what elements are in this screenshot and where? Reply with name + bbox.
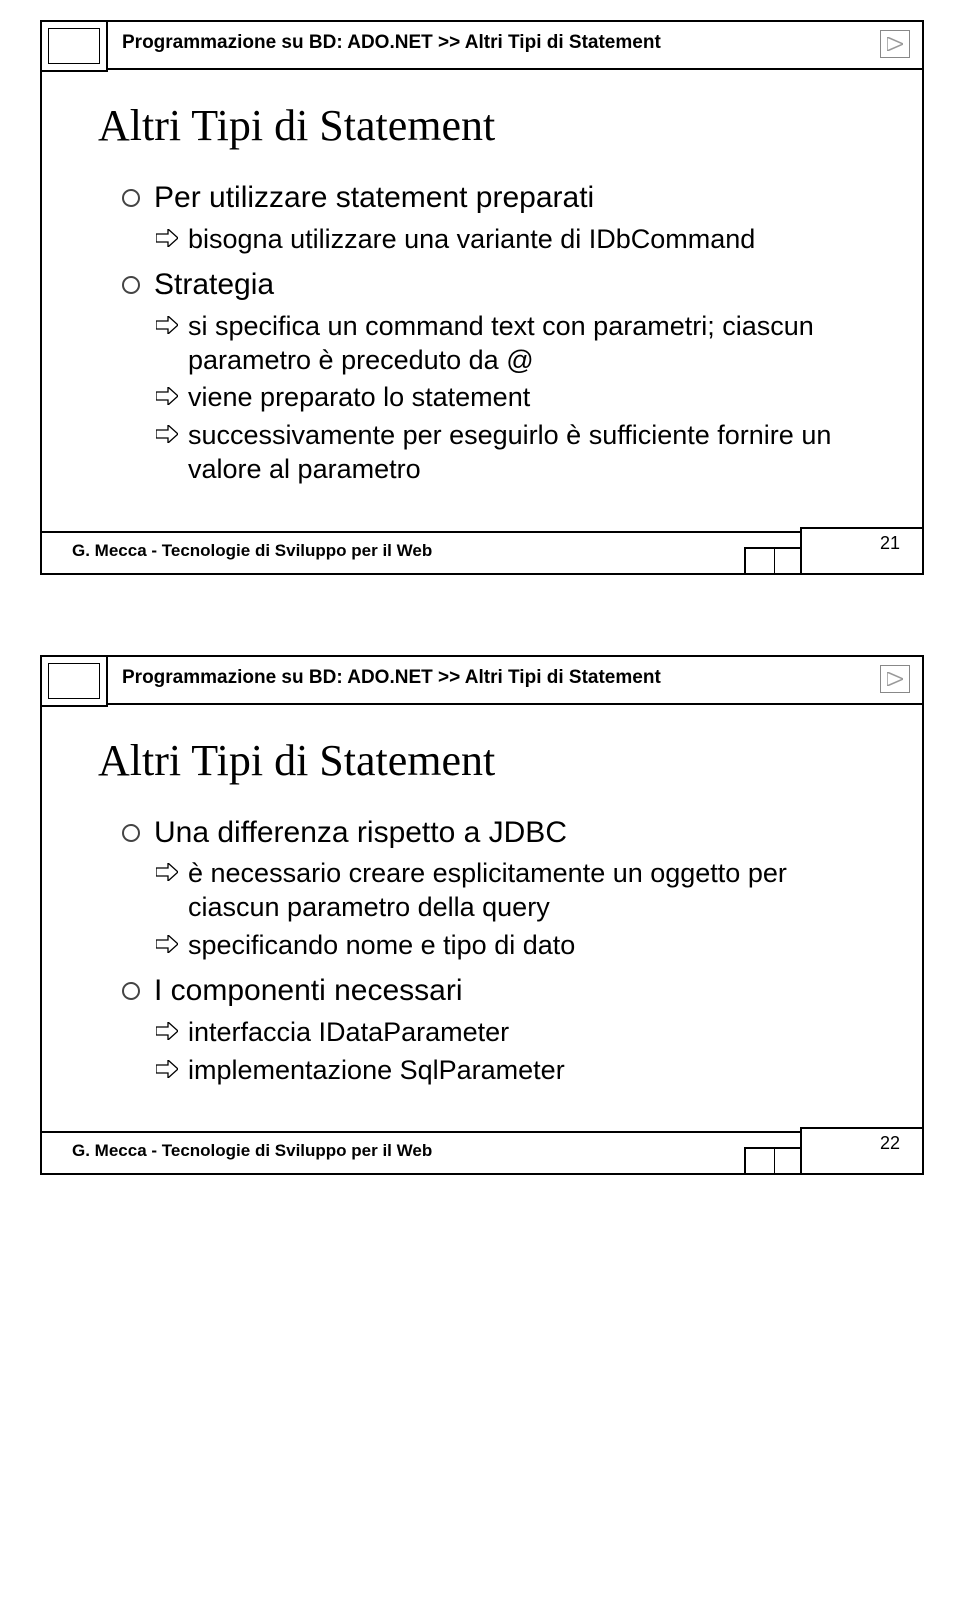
breadcrumb: Programmazione su BD: ADO.NET >> Altri T… (122, 32, 661, 54)
footer-pagebox: 22 (800, 1127, 924, 1175)
bullet-text: viene preparato lo statement (188, 381, 530, 415)
slide-footer: G. Mecca - Tecnologie di Sviluppo per il… (42, 531, 922, 573)
arrow-icon (156, 1022, 178, 1045)
bullet-l2: si specifica un command text con paramet… (156, 310, 882, 378)
bullet-l2: successivamente per eseguirlo è sufficie… (156, 419, 882, 487)
bullet-text: Una differenza rispetto a JDBC (154, 814, 567, 852)
slide-body: Altri Tipi di Statement Per utilizzare s… (42, 70, 922, 531)
header-decoration (40, 20, 108, 72)
bullet-l2: implementazione SqlParameter (156, 1054, 882, 1088)
slide-title: Altri Tipi di Statement (98, 100, 882, 151)
bullet-l1: I componenti necessari (122, 972, 882, 1010)
bullet-l1: Una differenza rispetto a JDBC (122, 814, 882, 852)
slide: Programmazione su BD: ADO.NET >> Altri T… (40, 655, 924, 1176)
bullet-l1: Per utilizzare statement preparati (122, 179, 882, 217)
header-decoration (40, 655, 108, 707)
bullet-text: si specifica un command text con paramet… (188, 310, 882, 378)
circle-bullet-icon (122, 824, 140, 842)
bullet-text: è necessario creare esplicitamente un og… (188, 857, 882, 925)
arrow-icon (156, 387, 178, 410)
circle-bullet-icon (122, 276, 140, 294)
circle-bullet-icon (122, 189, 140, 207)
footer-decoration (744, 1147, 804, 1175)
slide-body: Altri Tipi di Statement Una differenza r… (42, 705, 922, 1132)
slide-footer: G. Mecca - Tecnologie di Sviluppo per il… (42, 1131, 922, 1173)
next-slide-icon[interactable] (880, 665, 910, 693)
bullet-l2: interfaccia IDataParameter (156, 1016, 882, 1050)
arrow-icon (156, 425, 178, 448)
bullet-text: specificando nome e tipo di dato (188, 929, 575, 963)
slide-header: Programmazione su BD: ADO.NET >> Altri T… (42, 22, 922, 70)
page-number: 21 (880, 533, 900, 554)
arrow-icon (156, 935, 178, 958)
bullet-text: I componenti necessari (154, 972, 463, 1010)
bullet-text: bisogna utilizzare una variante di IDbCo… (188, 223, 755, 257)
arrow-icon (156, 229, 178, 252)
arrow-icon (156, 316, 178, 339)
page-number: 22 (880, 1133, 900, 1154)
bullet-l2: bisogna utilizzare una variante di IDbCo… (156, 223, 882, 257)
footer-author: G. Mecca - Tecnologie di Sviluppo per il… (72, 1141, 432, 1161)
arrow-icon (156, 863, 178, 886)
next-slide-icon[interactable] (880, 30, 910, 58)
bullet-l2: specificando nome e tipo di dato (156, 929, 882, 963)
slide-title: Altri Tipi di Statement (98, 735, 882, 786)
bullet-text: interfaccia IDataParameter (188, 1016, 509, 1050)
bullet-text: successivamente per eseguirlo è sufficie… (188, 419, 882, 487)
bullet-l1: Strategia (122, 266, 882, 304)
bullet-l2: è necessario creare esplicitamente un og… (156, 857, 882, 925)
footer-decoration (744, 547, 804, 575)
bullet-text: Strategia (154, 266, 274, 304)
slide-header: Programmazione su BD: ADO.NET >> Altri T… (42, 657, 922, 705)
footer-author: G. Mecca - Tecnologie di Sviluppo per il… (72, 541, 432, 561)
slide: Programmazione su BD: ADO.NET >> Altri T… (40, 20, 924, 575)
breadcrumb: Programmazione su BD: ADO.NET >> Altri T… (122, 667, 661, 689)
bullet-text: Per utilizzare statement preparati (154, 179, 594, 217)
bullet-l2: viene preparato lo statement (156, 381, 882, 415)
arrow-icon (156, 1060, 178, 1083)
footer-pagebox: 21 (800, 527, 924, 575)
bullet-text: implementazione SqlParameter (188, 1054, 565, 1088)
circle-bullet-icon (122, 982, 140, 1000)
